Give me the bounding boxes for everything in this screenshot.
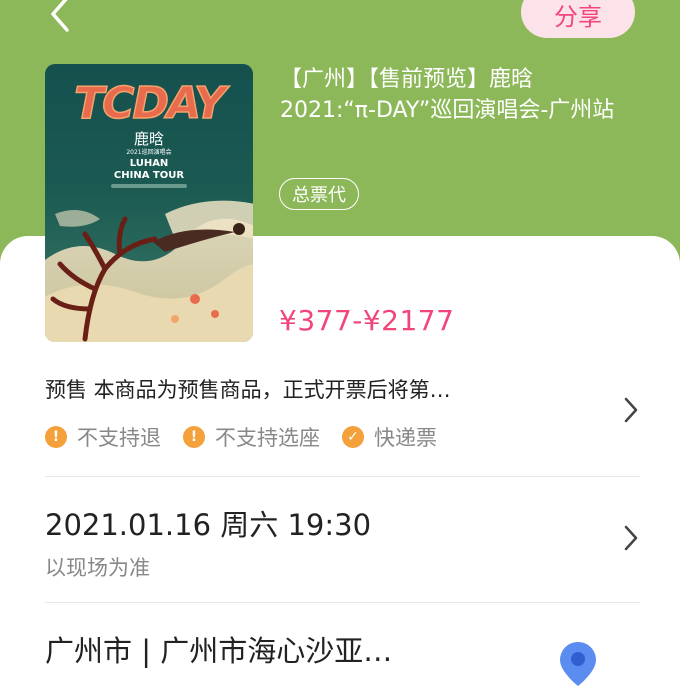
tag-label: 不支持退 [77, 426, 161, 450]
tag-express-ticket: ✓ 快递票 [342, 422, 437, 452]
event-title: 【广州】【售前预览】鹿晗 2021:“π-DAY”巡回演唱会-广州站 [280, 64, 640, 126]
chevron-right-icon [624, 397, 638, 423]
event-datetime-note: 以现场为准 [45, 556, 150, 580]
poster-subtitle: 2021巡回演唱会 [126, 148, 171, 156]
venue-name: 广州市 | 广州市海心沙亚… [45, 634, 393, 668]
poster-sponsor-strip [111, 184, 187, 188]
poster-tour-line1: LUHAN [130, 158, 169, 169]
tag-label: 不支持选座 [215, 426, 320, 450]
agent-badge[interactable]: 总票代 [279, 178, 359, 210]
chevron-right-icon [624, 525, 638, 551]
map-pin-icon[interactable] [558, 640, 598, 688]
event-datetime: 2021.01.16 周六 19:30 [45, 508, 372, 542]
exclamation-icon: ! [183, 426, 205, 448]
back-button[interactable] [40, 0, 80, 34]
tag-no-seat-selection: ! 不支持选座 [183, 422, 320, 452]
event-title-line2: 2021:“π-DAY”巡回演唱会-广州站 [280, 98, 615, 123]
event-poster[interactable]: TCDAY 鹿晗 2021巡回演唱会 LUHAN CHINA TOUR [45, 64, 253, 342]
share-button[interactable]: 分享 [521, 0, 635, 38]
poster-artwork: TCDAY 鹿晗 2021巡回演唱会 LUHAN CHINA TOUR [45, 77, 253, 342]
ticket-policy-tags: ! 不支持退 ! 不支持选座 ✓ 快递票 [45, 422, 437, 452]
event-title-line1: 【广州】【售前预览】鹿晗 [280, 67, 534, 92]
presale-notice-row[interactable]: 预售 本商品为预售商品，正式开票后将第… ! 不支持退 ! 不支持选座 ✓ 快递… [45, 370, 640, 477]
exclamation-icon: ! [45, 426, 67, 448]
price-range: ¥377-¥2177 [279, 304, 455, 337]
poster-artist: 鹿晗 [134, 130, 164, 148]
event-datetime-row[interactable]: 2021.01.16 周六 19:30 以现场为准 [45, 478, 640, 603]
venue-row[interactable]: 广州市 | 广州市海心沙亚… [45, 604, 640, 694]
poster-tour-line2: CHINA TOUR [114, 170, 184, 181]
tag-no-refund: ! 不支持退 [45, 422, 161, 452]
chevron-left-icon [51, 0, 69, 32]
check-icon: ✓ [342, 426, 364, 448]
tag-label: 快递票 [374, 426, 437, 450]
presale-notice-text: 预售 本商品为预售商品，正式开票后将第… [45, 378, 451, 402]
poster-logo-text: TCDAY [74, 78, 230, 129]
